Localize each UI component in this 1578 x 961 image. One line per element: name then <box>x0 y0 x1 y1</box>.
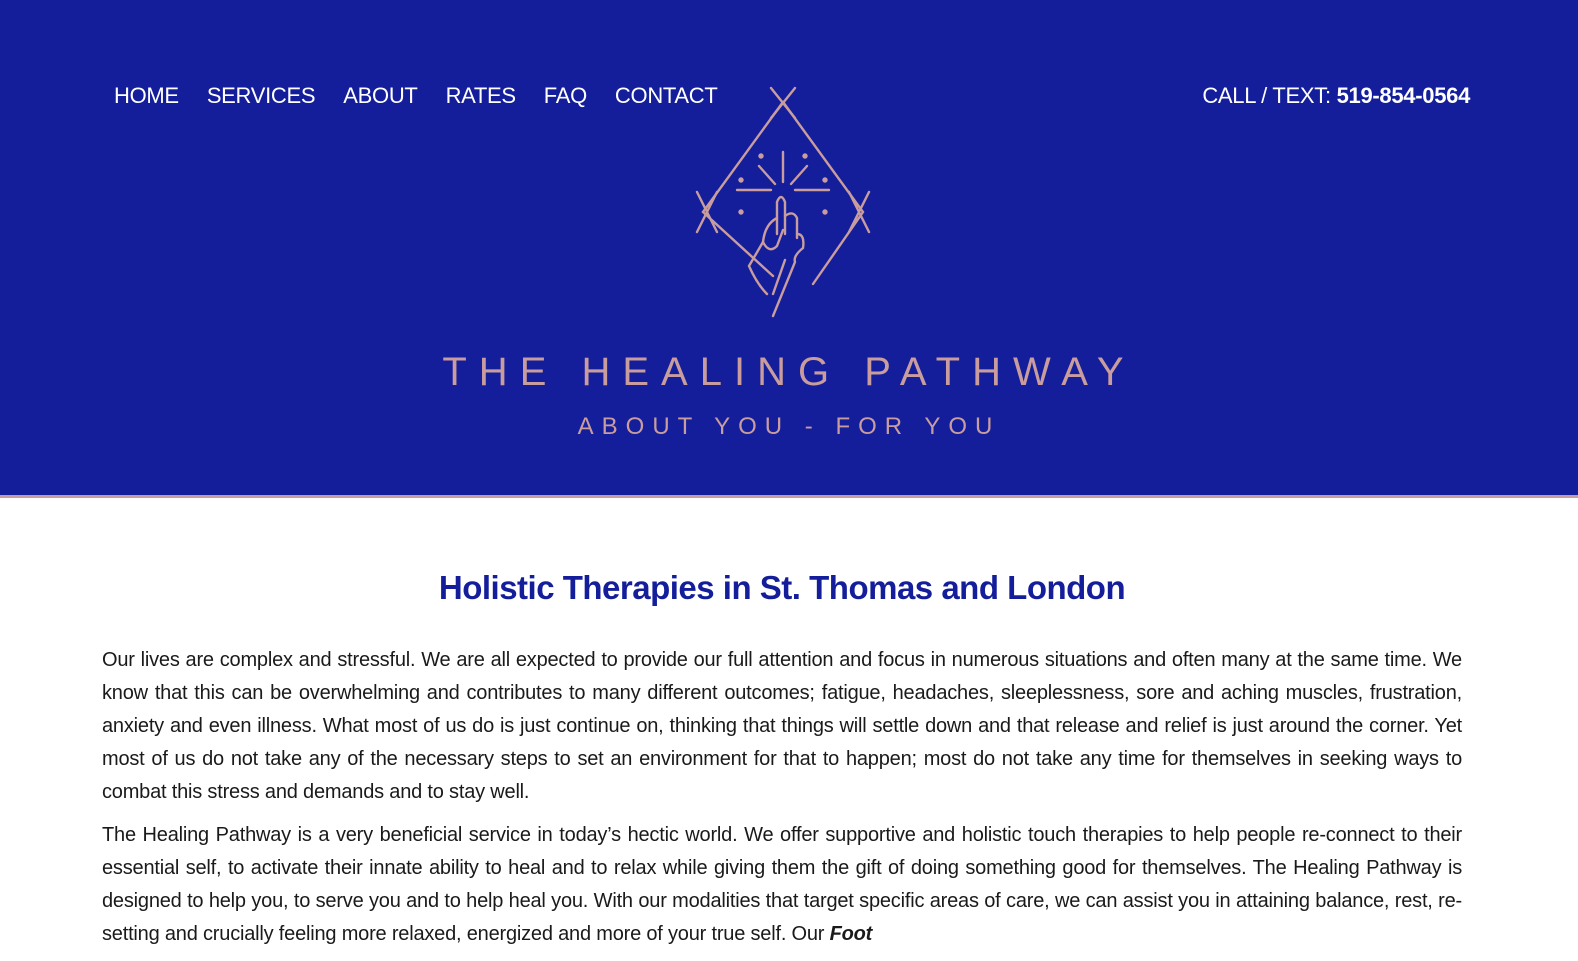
nav-item-about[interactable]: ABOUT <box>343 82 418 110</box>
nav-item-services[interactable]: SERVICES <box>207 82 316 110</box>
diamond-hand-sparkle-icon <box>695 86 871 318</box>
intro-paragraph: Our lives are complex and stressful. We … <box>102 649 1462 803</box>
nav-item-rates[interactable]: RATES <box>446 82 517 110</box>
phone-number-link[interactable]: 519-854-0564 <box>1337 83 1471 108</box>
foot-emphasis: Foot <box>829 923 873 945</box>
service-paragraph-text: The Healing Pathway is a very beneficial… <box>102 824 1462 945</box>
hero-header: HOME SERVICES ABOUT RATES FAQ CONTACT CA… <box>0 0 1578 498</box>
service-paragraph: The Healing Pathway is a very beneficial… <box>102 819 1462 951</box>
page-heading: Holistic Therapies in St. Thomas and Lon… <box>438 569 1126 606</box>
main-content: Holistic Therapies in St. Thomas and Lon… <box>102 560 1462 961</box>
main-nav: HOME SERVICES ABOUT RATES FAQ CONTACT <box>114 82 746 110</box>
brand-tagline: ABOUT YOU - FOR YOU <box>577 413 1001 440</box>
nav-item-home[interactable]: HOME <box>114 82 179 110</box>
call-label: CALL / TEXT: <box>1202 83 1337 108</box>
call-text-phone: CALL / TEXT: 519-854-0564 <box>1202 82 1470 110</box>
brand-name: THE HEALING PATHWAY <box>442 350 1136 394</box>
nav-item-faq[interactable]: FAQ <box>544 82 587 110</box>
